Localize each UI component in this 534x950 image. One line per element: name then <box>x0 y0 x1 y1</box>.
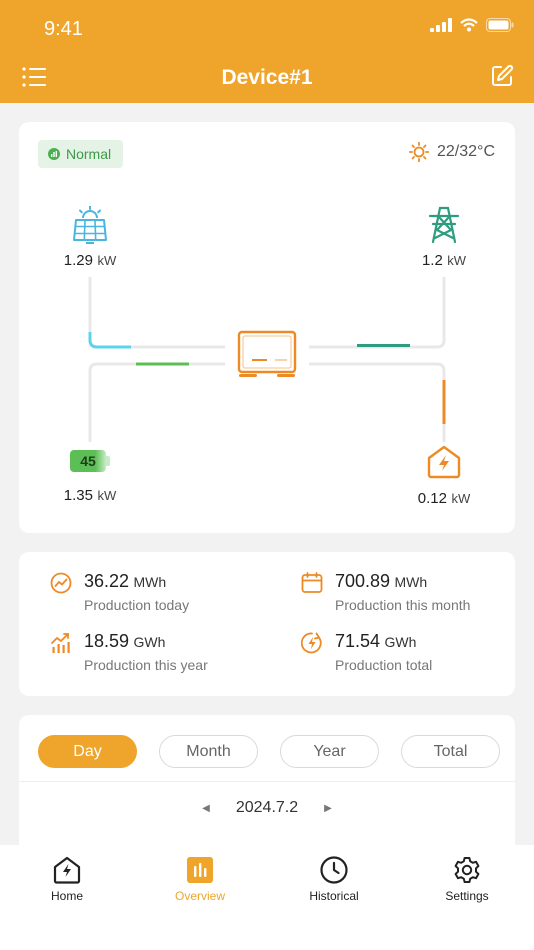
battery-node[interactable]: 45 1.35 kW <box>57 450 123 505</box>
gear-icon <box>454 857 480 883</box>
tabbar-overview[interactable]: Overview <box>155 855 245 903</box>
clock-icon <box>320 856 348 884</box>
home-tab-icon <box>53 856 81 884</box>
battery-value: 1.35 <box>63 487 93 504</box>
trend-icon <box>50 572 72 594</box>
production-total-value: 71.54 <box>335 631 381 651</box>
tab-month[interactable]: Month <box>159 735 258 768</box>
production-card: 36.22 MWh Production today 700.89 MWh Pr… <box>19 552 515 696</box>
production-total-unit: GWh <box>384 634 417 650</box>
home-value: 0.12 <box>417 490 447 507</box>
period-tabs: Day Month Year Total <box>38 735 500 768</box>
power-tower-icon <box>428 206 460 244</box>
production-year-unit: GWh <box>133 634 166 650</box>
tabbar-home-label: Home <box>50 889 83 903</box>
battery-line-active <box>136 362 189 366</box>
tab-total[interactable]: Total <box>401 735 500 768</box>
tabbar-historical[interactable]: Historical <box>289 855 379 903</box>
bolt-circle-icon <box>301 632 322 654</box>
solar-unit: kW <box>97 253 117 268</box>
solar-line <box>88 277 225 349</box>
bar-trend-icon <box>51 633 70 653</box>
date-selector: ◀ 2024.7.2 ▶ <box>19 799 515 817</box>
production-today: 36.22 MWh Production today <box>50 571 189 613</box>
calendar-icon <box>301 572 323 593</box>
home-power-icon <box>427 445 461 479</box>
battery-icon: 45 <box>70 450 110 472</box>
status-icons <box>430 18 514 32</box>
tabbar-home[interactable]: Home <box>22 855 112 903</box>
battery-status-icon <box>486 18 514 32</box>
tab-day[interactable]: Day <box>38 735 137 768</box>
production-month-unit: MWh <box>394 574 428 590</box>
current-date[interactable]: 2024.7.2 <box>236 799 298 817</box>
tabbar-historical-label: Historical <box>309 889 359 903</box>
home-line-active <box>442 380 446 424</box>
battery-unit: kW <box>97 488 117 503</box>
home-unit: kW <box>451 491 471 506</box>
grid-line <box>309 277 446 349</box>
solar-value: 1.29 <box>63 252 93 269</box>
home-node[interactable]: 0.12 kW <box>411 444 477 508</box>
energy-flow-card: Normal 22/32°C 1.29 kW 1.2 kW 45 1.35 kW… <box>19 122 515 533</box>
tabbar-overview-label: Overview <box>174 889 225 903</box>
production-month: 700.89 MWh Production this month <box>301 571 470 613</box>
production-today-value: 36.22 <box>84 571 130 591</box>
solar-panel-icon <box>73 206 107 244</box>
divider <box>19 781 515 782</box>
grid-node[interactable]: 1.2 kW <box>411 206 477 270</box>
production-year: 18.59 GWh Production this year <box>50 631 208 673</box>
page-title: Device#1 <box>221 66 313 89</box>
tab-year[interactable]: Year <box>280 735 379 768</box>
wifi-icon <box>460 18 478 32</box>
solar-line-active <box>88 332 131 349</box>
battery-level: 45 <box>80 453 96 469</box>
battery-line <box>88 362 225 442</box>
signal-icon <box>430 18 452 32</box>
production-year-label: Production this year <box>84 657 208 673</box>
app-header: 9:41 Device#1 <box>0 0 534 103</box>
status-time: 9:41 <box>44 18 83 40</box>
overview-tab-icon <box>187 857 213 883</box>
inverter-icon <box>237 330 297 377</box>
previous-date-icon[interactable]: ◀ <box>202 803 210 814</box>
solar-node[interactable]: 1.29 kW <box>57 206 123 270</box>
production-month-value: 700.89 <box>335 571 391 591</box>
grid-line-active <box>357 344 410 347</box>
production-today-unit: MWh <box>133 574 167 590</box>
production-month-label: Production this month <box>335 597 471 613</box>
home-line <box>309 362 446 442</box>
tabbar-settings[interactable]: Settings <box>422 855 512 903</box>
bottom-tab-bar: Home Overview Historical Settings <box>0 845 534 950</box>
production-year-value: 18.59 <box>84 631 130 651</box>
next-date-icon[interactable]: ▶ <box>324 803 332 814</box>
production-chart-card: Day Month Year Total ◀ 2024.7.2 ▶ <box>19 715 515 855</box>
tabbar-settings-label: Settings <box>445 889 489 903</box>
production-today-label: Production today <box>84 597 190 613</box>
production-total-label: Production total <box>335 657 433 673</box>
grid-value: 1.2 <box>421 252 443 269</box>
production-total: 71.54 GWh Production total <box>301 631 432 673</box>
grid-unit: kW <box>447 253 467 268</box>
edit-icon[interactable] <box>490 64 514 88</box>
